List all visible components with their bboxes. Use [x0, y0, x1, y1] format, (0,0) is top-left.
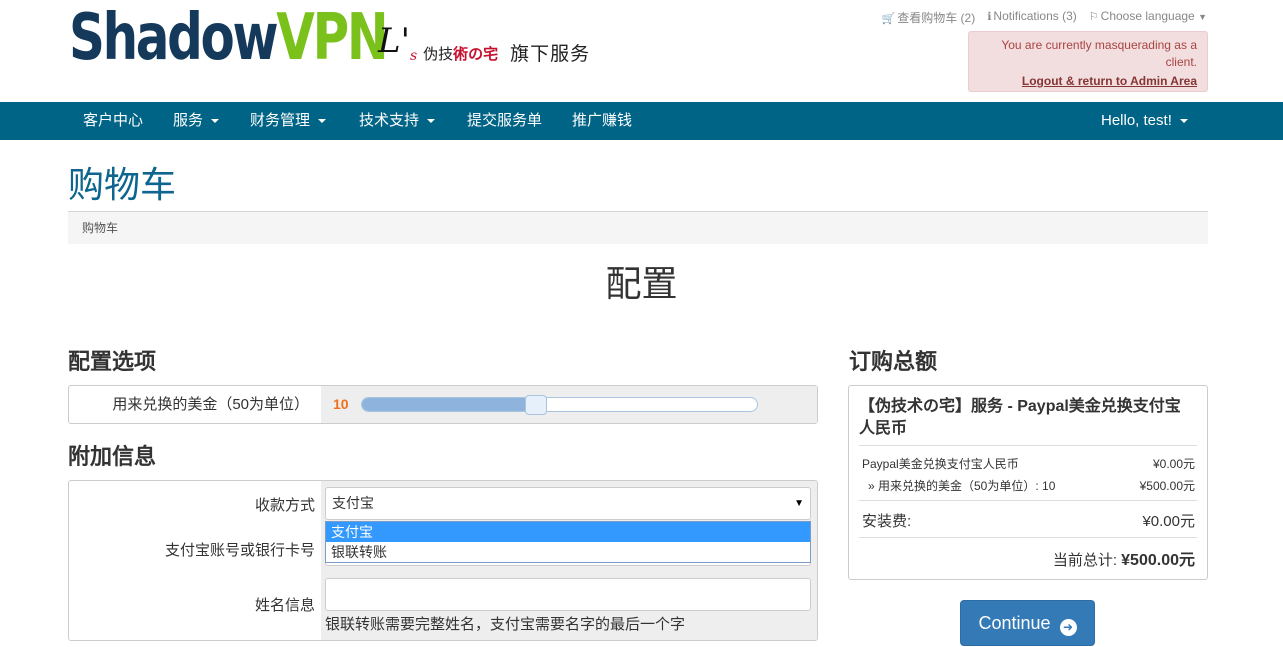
account-label: 支付宝账号或银行卡号: [164, 542, 315, 559]
sub-item: » 用来兑换的美金（50为单位）: 10 ¥500.00元: [862, 477, 1195, 494]
nav-user-menu[interactable]: Hello, test!: [1101, 102, 1188, 140]
choose-language-link[interactable]: ⚐ Choose language ▼: [1089, 9, 1207, 26]
payment-option-unionpay[interactable]: 银联转账: [326, 542, 810, 562]
total-value: ¥500.00元: [1121, 552, 1195, 569]
product-title: 【伪技术の宅】服务 - Paypal美金兑换支付宝人民币: [859, 398, 1181, 437]
chevron-down-icon: ▼: [1198, 12, 1207, 22]
order-summary-heading: 订购总额: [849, 349, 938, 374]
payment-method-dropdown: 支付宝 银联转账: [325, 521, 811, 563]
payment-method-cell: 支付宝 ▼: [321, 481, 817, 523]
slider-handle[interactable]: [524, 395, 547, 415]
info-icon: ℹ: [987, 11, 992, 23]
order-summary-panel: 【伪技术の宅】服务 - Paypal美金兑换支付宝人民币 Paypal美金兑换支…: [848, 385, 1208, 580]
sub-item-price: ¥500.00元: [1139, 479, 1195, 493]
caret-down-icon: [211, 119, 220, 124]
summary-divider: [859, 445, 1197, 446]
masquerade-text: You are currently masquerading as a clie…: [1001, 38, 1197, 69]
notifications-link[interactable]: ℹ Notifications (3): [987, 9, 1077, 26]
breadcrumb: 购物车: [68, 212, 1208, 244]
nav-support[interactable]: 技术支持: [359, 102, 436, 140]
line-item: Paypal美金兑换支付宝人民币 ¥0.00元: [862, 455, 1195, 472]
cart-icon: 🛒: [881, 13, 896, 25]
payment-option-alipay[interactable]: 支付宝: [326, 522, 810, 542]
dropdown-arrow-icon: ▼: [794, 498, 804, 509]
slider-fill: [362, 398, 537, 411]
arrow-right-circle-icon: ➜: [1059, 619, 1077, 636]
nav-open-ticket[interactable]: 提交服务单: [467, 102, 542, 140]
line-item-price: ¥0.00元: [1152, 457, 1195, 471]
caret-down-icon: [318, 119, 327, 124]
view-cart-link[interactable]: 🛒 查看购物车 (2): [882, 9, 976, 26]
sub-item-name: » 用来兑换的美金（50为单位）: 10: [868, 479, 1056, 493]
name-cell: 银联转账需要完整姓名，支付宝需要名字的最后一个字: [321, 569, 817, 640]
summary-divider: [859, 500, 1197, 501]
setup-fee-label: 安装费:: [862, 513, 912, 530]
logo-text-shadow: Shadow: [69, 1, 279, 75]
summary-divider: [859, 537, 1197, 538]
slider-track[interactable]: [361, 397, 758, 412]
masquerade-alert: You are currently masquerading as a clie…: [968, 31, 1208, 92]
breadcrumb-item: 购物车: [82, 221, 119, 235]
config-options-heading: 配置选项: [68, 349, 157, 374]
nav-client-area[interactable]: 客户中心: [83, 102, 143, 140]
additional-info-heading: 附加信息: [68, 444, 157, 469]
logout-admin-link[interactable]: Logout & return to Admin Area: [979, 73, 1197, 90]
page-title: 购物车: [68, 164, 177, 205]
payment-method-select[interactable]: 支付宝 ▼: [325, 487, 811, 520]
total-label: 当前总计:: [1052, 552, 1117, 569]
config-options-panel: 用来兑换的美金（50为单位） 10: [68, 385, 818, 424]
nav-affiliates[interactable]: 推广赚钱: [572, 102, 632, 140]
total-row: 当前总计: ¥500.00元: [862, 546, 1195, 570]
name-input[interactable]: [325, 578, 811, 611]
nav-billing[interactable]: 财务管理: [250, 102, 327, 140]
setup-fee-row: 安装费: ¥0.00元: [862, 510, 1195, 531]
partner-name: 伪技術の宅: [423, 46, 499, 63]
caret-down-icon: [1179, 119, 1188, 124]
slider-value: 10: [333, 396, 349, 412]
logo-text-vpn: VPN: [276, 1, 388, 75]
main-navbar: 客户中心 服务 财务管理 技术支持 提交服务单 推广赚钱 Hello, test…: [0, 102, 1283, 140]
top-links: 🛒 查看购物车 (2) ℹ Notifications (3) ⚐ Choose la…: [882, 9, 1208, 26]
line-item-name: Paypal美金兑换支付宝人民币: [862, 457, 1019, 471]
language-icon: ⚐: [1088, 11, 1099, 23]
option-value-cell: 10: [321, 386, 817, 423]
partner-mark: L's: [378, 21, 418, 64]
configure-heading: 配置: [605, 263, 678, 304]
caret-down-icon: [427, 119, 436, 124]
setup-fee-price: ¥0.00元: [1142, 513, 1195, 530]
name-label: 姓名信息: [254, 597, 315, 614]
site-logo[interactable]: ShadowVPN: [69, 1, 389, 75]
partner-logo: L's 伪技術の宅 旗下服务: [378, 23, 591, 74]
name-hint: 银联转账需要完整姓名，支付宝需要名字的最后一个字: [325, 616, 686, 633]
nav-services[interactable]: 服务: [173, 102, 220, 140]
option-label: 用来兑换的美金（50为单位）: [112, 396, 309, 413]
continue-button[interactable]: Continue ➜: [960, 600, 1095, 646]
payment-method-label: 收款方式: [254, 497, 315, 514]
partner-tagline: 旗下服务: [510, 44, 591, 65]
